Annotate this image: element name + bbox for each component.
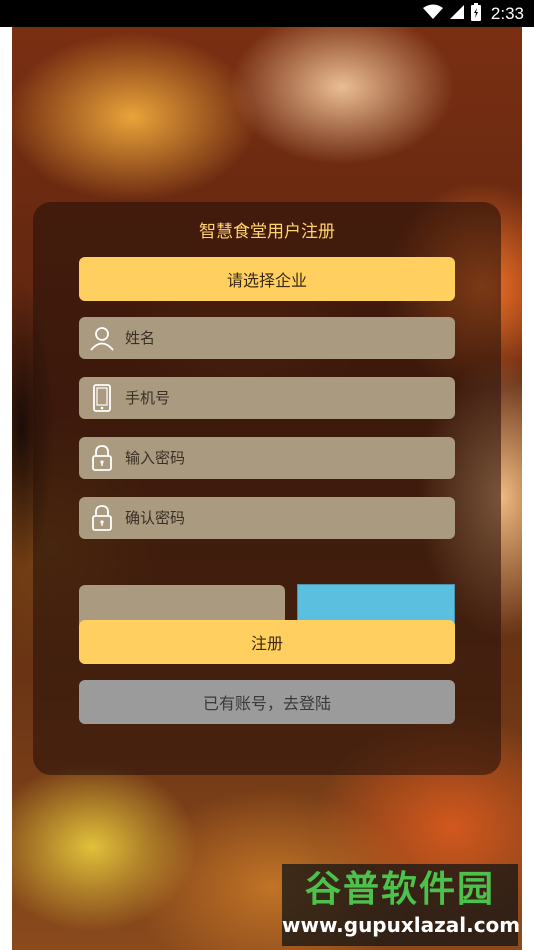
app-background: 智慧食堂用户注册 请选择企业 姓名 手机号 注册 已有账号，去登陆 谷普软件园 … [12, 27, 522, 950]
signal-icon [449, 4, 465, 24]
register-panel: 智慧食堂用户注册 请选择企业 姓名 手机号 注册 已有账号，去登陆 [33, 202, 501, 775]
wifi-icon [422, 4, 443, 24]
phone-icon [79, 377, 125, 419]
select-company-button[interactable]: 请选择企业 [79, 257, 455, 301]
status-bar: 2:33 [0, 0, 534, 27]
password-input[interactable] [125, 449, 435, 467]
status-icons: 2:33 [422, 0, 524, 27]
go-login-button[interactable]: 已有账号，去登陆 [79, 680, 455, 724]
battery-icon [470, 2, 481, 25]
name-input[interactable] [125, 329, 435, 347]
confirm-password-field[interactable] [79, 497, 455, 539]
password-field[interactable] [79, 437, 455, 479]
watermark: 谷普软件园 www.gupuxlazal.com [282, 864, 521, 946]
watermark-url: www.gupuxlazal.com [282, 913, 521, 937]
name-field[interactable] [79, 317, 455, 359]
confirm-password-input[interactable] [125, 509, 435, 527]
status-time: 2:33 [490, 3, 524, 23]
watermark-brand: 谷普软件园 [304, 869, 495, 910]
phone-input[interactable] [125, 389, 435, 407]
phone-field[interactable] [79, 377, 455, 419]
register-button[interactable]: 注册 [79, 620, 455, 664]
page-title: 智慧食堂用户注册 [199, 222, 335, 242]
user-icon [79, 317, 125, 359]
lock-icon [79, 437, 125, 479]
lock-icon [79, 497, 125, 539]
